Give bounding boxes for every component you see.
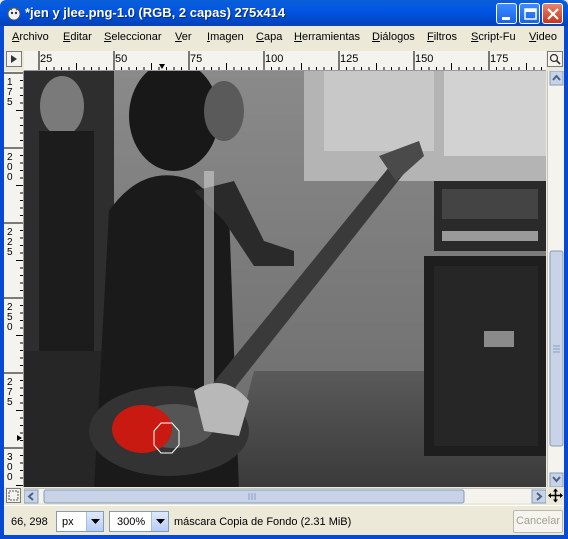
cancel-button[interactable]: Cancelar [513,510,563,533]
zoom-button[interactable] [547,51,563,67]
menu-editar[interactable]: Editar [63,31,92,43]
vertical-ruler[interactable]: 175200225250275300 [4,71,24,487]
menu-bar: Archivo Editar Seleccionar Ver Imagen Ca… [4,26,564,48]
menu-script-fu[interactable]: Script-Fu [471,31,516,43]
maximize-icon [524,8,537,20]
menu-herramientas[interactable]: Herramientas [294,31,360,43]
chevron-down-icon [156,519,165,524]
minimize-icon [502,17,510,20]
close-button[interactable] [542,3,563,24]
ruler-label: 25 [40,53,52,65]
ruler-label: 125 [340,53,358,65]
chevron-down-icon [91,519,100,524]
menu-archivo[interactable]: Archivo [12,31,49,43]
ruler-label: 100 [265,53,283,65]
menu-capa[interactable]: Capa [256,31,282,43]
ruler-label-digit: 0 [7,172,13,183]
image-canvas[interactable] [24,71,546,487]
magnifier-icon [549,53,561,65]
close-icon [547,8,559,20]
pointer-coordinates: 66, 298 [11,516,48,528]
photo [24,71,546,487]
menu-imagen[interactable]: Imagen [207,31,244,43]
mask-overlay [112,405,172,453]
menu-dialogos[interactable]: Diálogos [372,31,415,43]
zoom-selector[interactable]: 300% [109,511,169,532]
menu-ver[interactable]: Ver [175,31,192,43]
vertical-scrollbar[interactable] [547,70,564,488]
horizontal-scroll-thumb[interactable] [43,489,465,504]
ruler-label: 175 [490,53,508,65]
ruler-label-digit: 5 [7,97,13,108]
horizontal-ruler[interactable]: 25 50 75 100 125 150 175 [24,51,546,71]
ruler-label-digit: 0 [7,322,13,333]
navigate-button[interactable] [547,488,564,503]
unit-value: px [62,516,74,528]
quick-mask-toggle[interactable] [6,488,21,503]
unit-selector[interactable]: px [56,511,104,532]
maximize-button[interactable] [519,3,540,24]
ruler-label: 75 [190,53,202,65]
status-message: máscara Copia de Fondo (2.31 MiB) [174,516,352,528]
title-bar[interactable]: *jen y jlee.png-1.0 (RGB, 2 capas) 275x4… [0,0,568,26]
window-title: *jen y jlee.png-1.0 (RGB, 2 capas) 275x4… [25,5,286,20]
ruler-label-digit: 5 [7,397,13,408]
ruler-label-digit: 5 [7,247,13,258]
unit-dropdown-arrow[interactable] [86,512,103,531]
pointer-marker-icon [159,64,165,69]
status-bar: 66, 298 px 300% máscara Copia de Fondo (… [4,505,564,535]
quick-mask-icon [8,490,19,501]
gimp-icon [7,7,21,21]
menu-seleccionar[interactable]: Seleccionar [104,31,161,43]
menu-filtros[interactable]: Filtros [427,31,457,43]
image-menu-button[interactable] [6,51,22,67]
arrow-right-icon [11,55,17,63]
ruler-label-digit: 0 [7,472,13,483]
zoom-value: 300% [117,516,146,528]
horizontal-scrollbar[interactable] [23,488,547,504]
ruler-label: 150 [415,53,433,65]
window-frame-bottom [0,535,568,539]
menu-video[interactable]: Video [529,31,557,43]
minimize-button[interactable] [496,3,517,24]
zoom-dropdown-arrow[interactable] [151,512,168,531]
move-arrows-icon [548,488,563,503]
ruler-label: 50 [115,53,127,65]
